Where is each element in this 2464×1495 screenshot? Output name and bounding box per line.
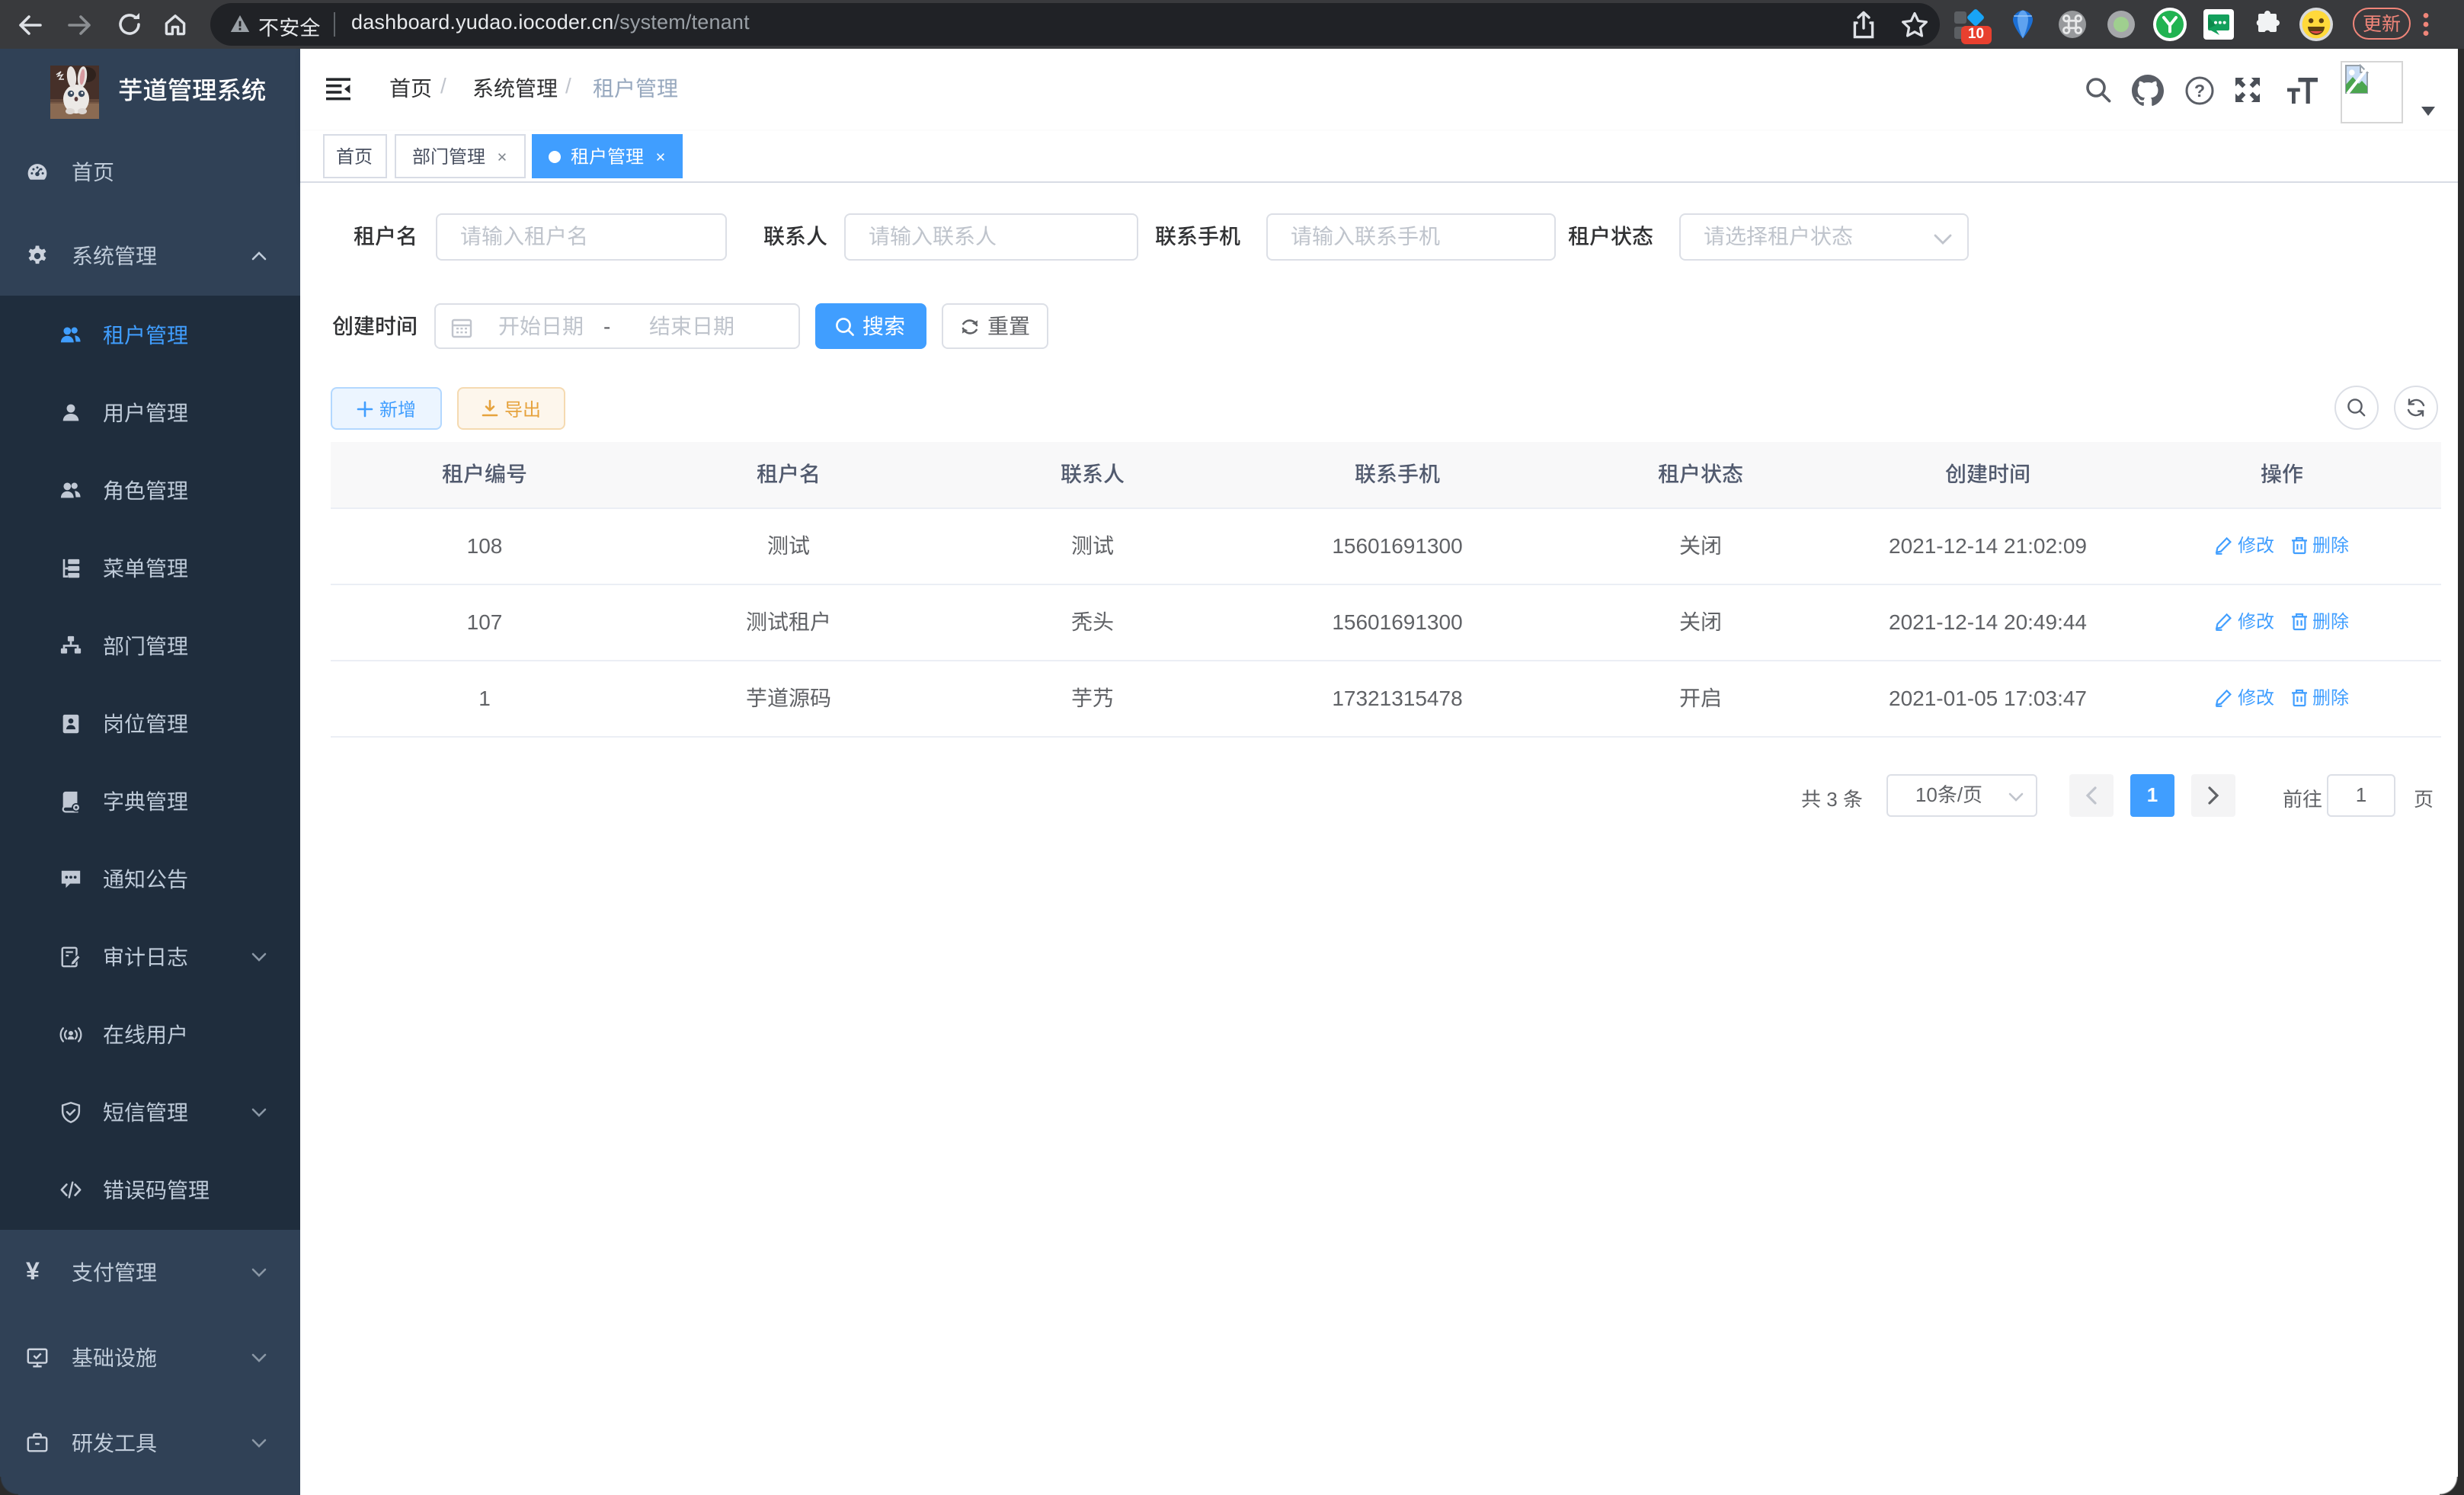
svg-text:?: ? <box>2194 80 2204 100</box>
